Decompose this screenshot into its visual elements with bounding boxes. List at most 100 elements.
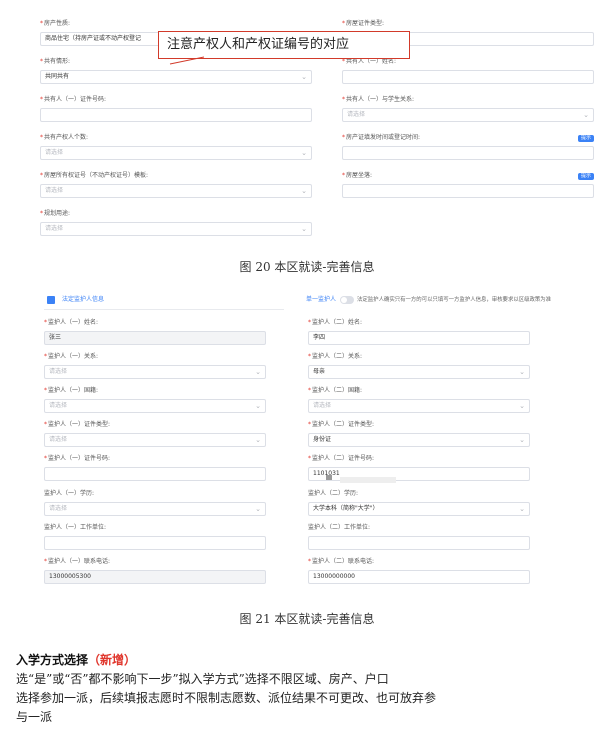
guardian1-field-label-text: 监护人（一）学历:	[44, 490, 95, 497]
chevron-down-icon: ⌄	[301, 73, 307, 81]
guardian2-field-label-text: 监护人（二）国籍:	[312, 387, 363, 394]
property-field-label-9: *房屋坐落:	[342, 172, 372, 180]
guardian1-field-label-text: 监护人（一）姓名:	[48, 319, 99, 326]
required-mark: *	[40, 96, 43, 103]
property-field-label-text: 房屋证件类型:	[346, 20, 385, 27]
hint-chip[interactable]: 提示	[578, 173, 595, 180]
guardian2-field-select-1[interactable]: 母亲 ⌄	[308, 365, 530, 379]
guardian2-field-input-6[interactable]	[308, 536, 530, 550]
required-mark: *	[40, 210, 43, 217]
chevron-down-icon: ⌄	[255, 436, 261, 444]
guardian1-field-value: 请选择	[49, 436, 68, 443]
chevron-down-icon: ⌄	[255, 402, 261, 410]
guardian1-field-label-text: 监护人（一）证件号码:	[48, 455, 111, 462]
property-field-label-1: *房屋证件类型:	[342, 20, 384, 28]
guardian2-field-select-3[interactable]: 身份证 ⌄	[308, 433, 530, 447]
guardian1-field-input-4[interactable]	[44, 467, 266, 481]
required-mark: *	[44, 319, 47, 326]
guardian2-field-label-text: 监护人（二）证件号码:	[312, 455, 375, 462]
figure-caption-20: 图 20 本区就读-完善信息	[239, 260, 375, 274]
toggle-knob	[341, 297, 347, 303]
guardian1-field-value: 请选择	[49, 402, 68, 409]
property-field-select-10[interactable]: 请选择 ⌄	[40, 222, 312, 236]
guardian2-field-label-text: 监护人（二）学历:	[308, 490, 359, 497]
guardian2-field-value: 请选择	[313, 402, 332, 409]
chevron-down-icon: ⌄	[519, 368, 525, 376]
required-mark: *	[308, 319, 311, 326]
chevron-down-icon: ⌄	[519, 436, 525, 444]
property-field-value: 商品住宅（持房产证或不动产权登记	[45, 35, 142, 42]
single-guardian-toggle[interactable]	[340, 296, 354, 304]
guardian2-field-label-4: *监护人（二）证件号码:	[308, 455, 374, 463]
property-field-select-8[interactable]: 请选择 ⌄	[40, 184, 312, 198]
guardian1-field-value: 13000005300	[49, 573, 91, 580]
property-field-select-5[interactable]: 请选择 ⌄	[342, 108, 594, 122]
tab-divider	[44, 309, 284, 310]
guardian1-field-label-0: *监护人（一）姓名:	[44, 319, 98, 327]
single-guardian-note: 法定监护人确实只有一方的可以只填写一方监护人信息，审核要求以区级政策为准	[357, 297, 552, 303]
guardian1-field-select-2[interactable]: 请选择 ⌄	[44, 399, 266, 413]
guardian2-field-value: 13000000000	[313, 573, 355, 580]
required-mark: *	[342, 20, 345, 27]
property-field-label-text: 房产性质:	[44, 20, 71, 27]
chevron-down-icon: ⌄	[301, 225, 307, 233]
guardian1-field-value: 请选择	[49, 368, 68, 375]
property-field-input-4[interactable]	[40, 108, 312, 122]
guardian2-field-label-text: 监护人（二）证件类型:	[312, 421, 375, 428]
guardian2-field-select-5[interactable]: 大学本科（简称"大学"） ⌄	[308, 502, 530, 516]
guardian2-field-value: 大学本科（简称"大学"）	[313, 505, 379, 512]
guardian-form-screenshot: *监护人（一）姓名: 张三 *监护人（一）关系: 请选择 ⌄ *监护人（一）国籍: 请选择 ⌄…	[20, 287, 602, 601]
required-mark: *	[342, 58, 345, 65]
property-field-select-6[interactable]: 请选择 ⌄	[40, 146, 312, 160]
guardian2-field-label-text: 监护人（二）姓名:	[312, 319, 363, 326]
section-line-2: 选择参加一派，后续填报志愿时不限制志愿数、派位结果不可更改、也可放弃参	[16, 691, 437, 705]
guardian2-field-label-0: *监护人（二）姓名:	[308, 319, 362, 327]
guardian2-field-input-0[interactable]: 李四	[308, 331, 530, 345]
property-field-label-text: 规划用途:	[44, 210, 71, 217]
guardian1-field-label-6: 监护人（一）工作单位:	[44, 524, 106, 532]
property-field-label-6: *共有产权人个数:	[40, 134, 88, 142]
guardian2-field-select-2[interactable]: 请选择 ⌄	[308, 399, 530, 413]
guardian1-field-input-7[interactable]: 13000005300	[44, 570, 266, 584]
required-mark: *	[40, 20, 43, 27]
required-mark: *	[44, 455, 47, 462]
guardian1-field-label-3: *监护人（一）证件类型:	[44, 421, 110, 429]
guardian1-field-select-1[interactable]: 请选择 ⌄	[44, 365, 266, 379]
guardian1-field-select-3[interactable]: 请选择 ⌄	[44, 433, 266, 447]
required-mark: *	[342, 134, 345, 141]
guardian1-field-select-5[interactable]: 请选择 ⌄	[44, 502, 266, 516]
guardian2-field-value: 母亲	[313, 368, 326, 375]
hint-chip[interactable]: 提示	[578, 135, 595, 142]
property-field-select-2[interactable]: 共同共有 ⌄	[40, 70, 312, 84]
property-field-label-text: 共有人（一）与学生关系:	[346, 96, 415, 103]
required-mark: *	[342, 172, 345, 179]
chevron-down-icon: ⌄	[583, 111, 589, 119]
guardian2-field-value: 身份证	[313, 436, 332, 443]
required-mark: *	[44, 353, 47, 360]
guardian2-field-label-text: 监护人（二）工作单位:	[308, 524, 371, 531]
guardian1-field-input-6[interactable]	[44, 536, 266, 550]
property-field-label-7: *房产证填发时间或登记时间:	[342, 134, 420, 142]
guardian2-field-label-1: *监护人（二）关系:	[308, 353, 362, 361]
guardian1-field-input-0[interactable]: 张三	[44, 331, 266, 345]
property-field-label-text: 共有人（一）姓名:	[346, 58, 397, 65]
property-field-input-3[interactable]	[342, 70, 594, 84]
guardian1-field-value: 请选择	[49, 505, 68, 512]
property-field-input-9[interactable]	[342, 184, 594, 198]
property-field-value: 请选择	[45, 225, 64, 232]
guardian1-field-value: 张三	[49, 334, 62, 341]
document-icon	[47, 296, 55, 304]
guardian2-field-input-7[interactable]: 13000000000	[308, 570, 530, 584]
section-title-text: 入学方式选择	[16, 653, 89, 667]
guardian2-field-label-5: 监护人（二）学历:	[308, 490, 358, 498]
guardian2-field-value: 李四	[313, 334, 326, 341]
property-field-input-7[interactable]	[342, 146, 594, 160]
property-field-label-text: 房屋坐落:	[346, 172, 373, 179]
required-mark: *	[342, 96, 345, 103]
tab-guardian-info[interactable]: 法定监护人信息	[62, 296, 104, 304]
guardian1-field-label-text: 监护人（一）国籍:	[48, 387, 99, 394]
chevron-down-icon: ⌄	[301, 149, 307, 157]
guardian1-field-label-text: 监护人（一）关系:	[48, 353, 99, 360]
property-field-label-text: 房产证填发时间或登记时间:	[346, 134, 421, 141]
property-field-label-3: *共有人（一）姓名:	[342, 58, 396, 66]
